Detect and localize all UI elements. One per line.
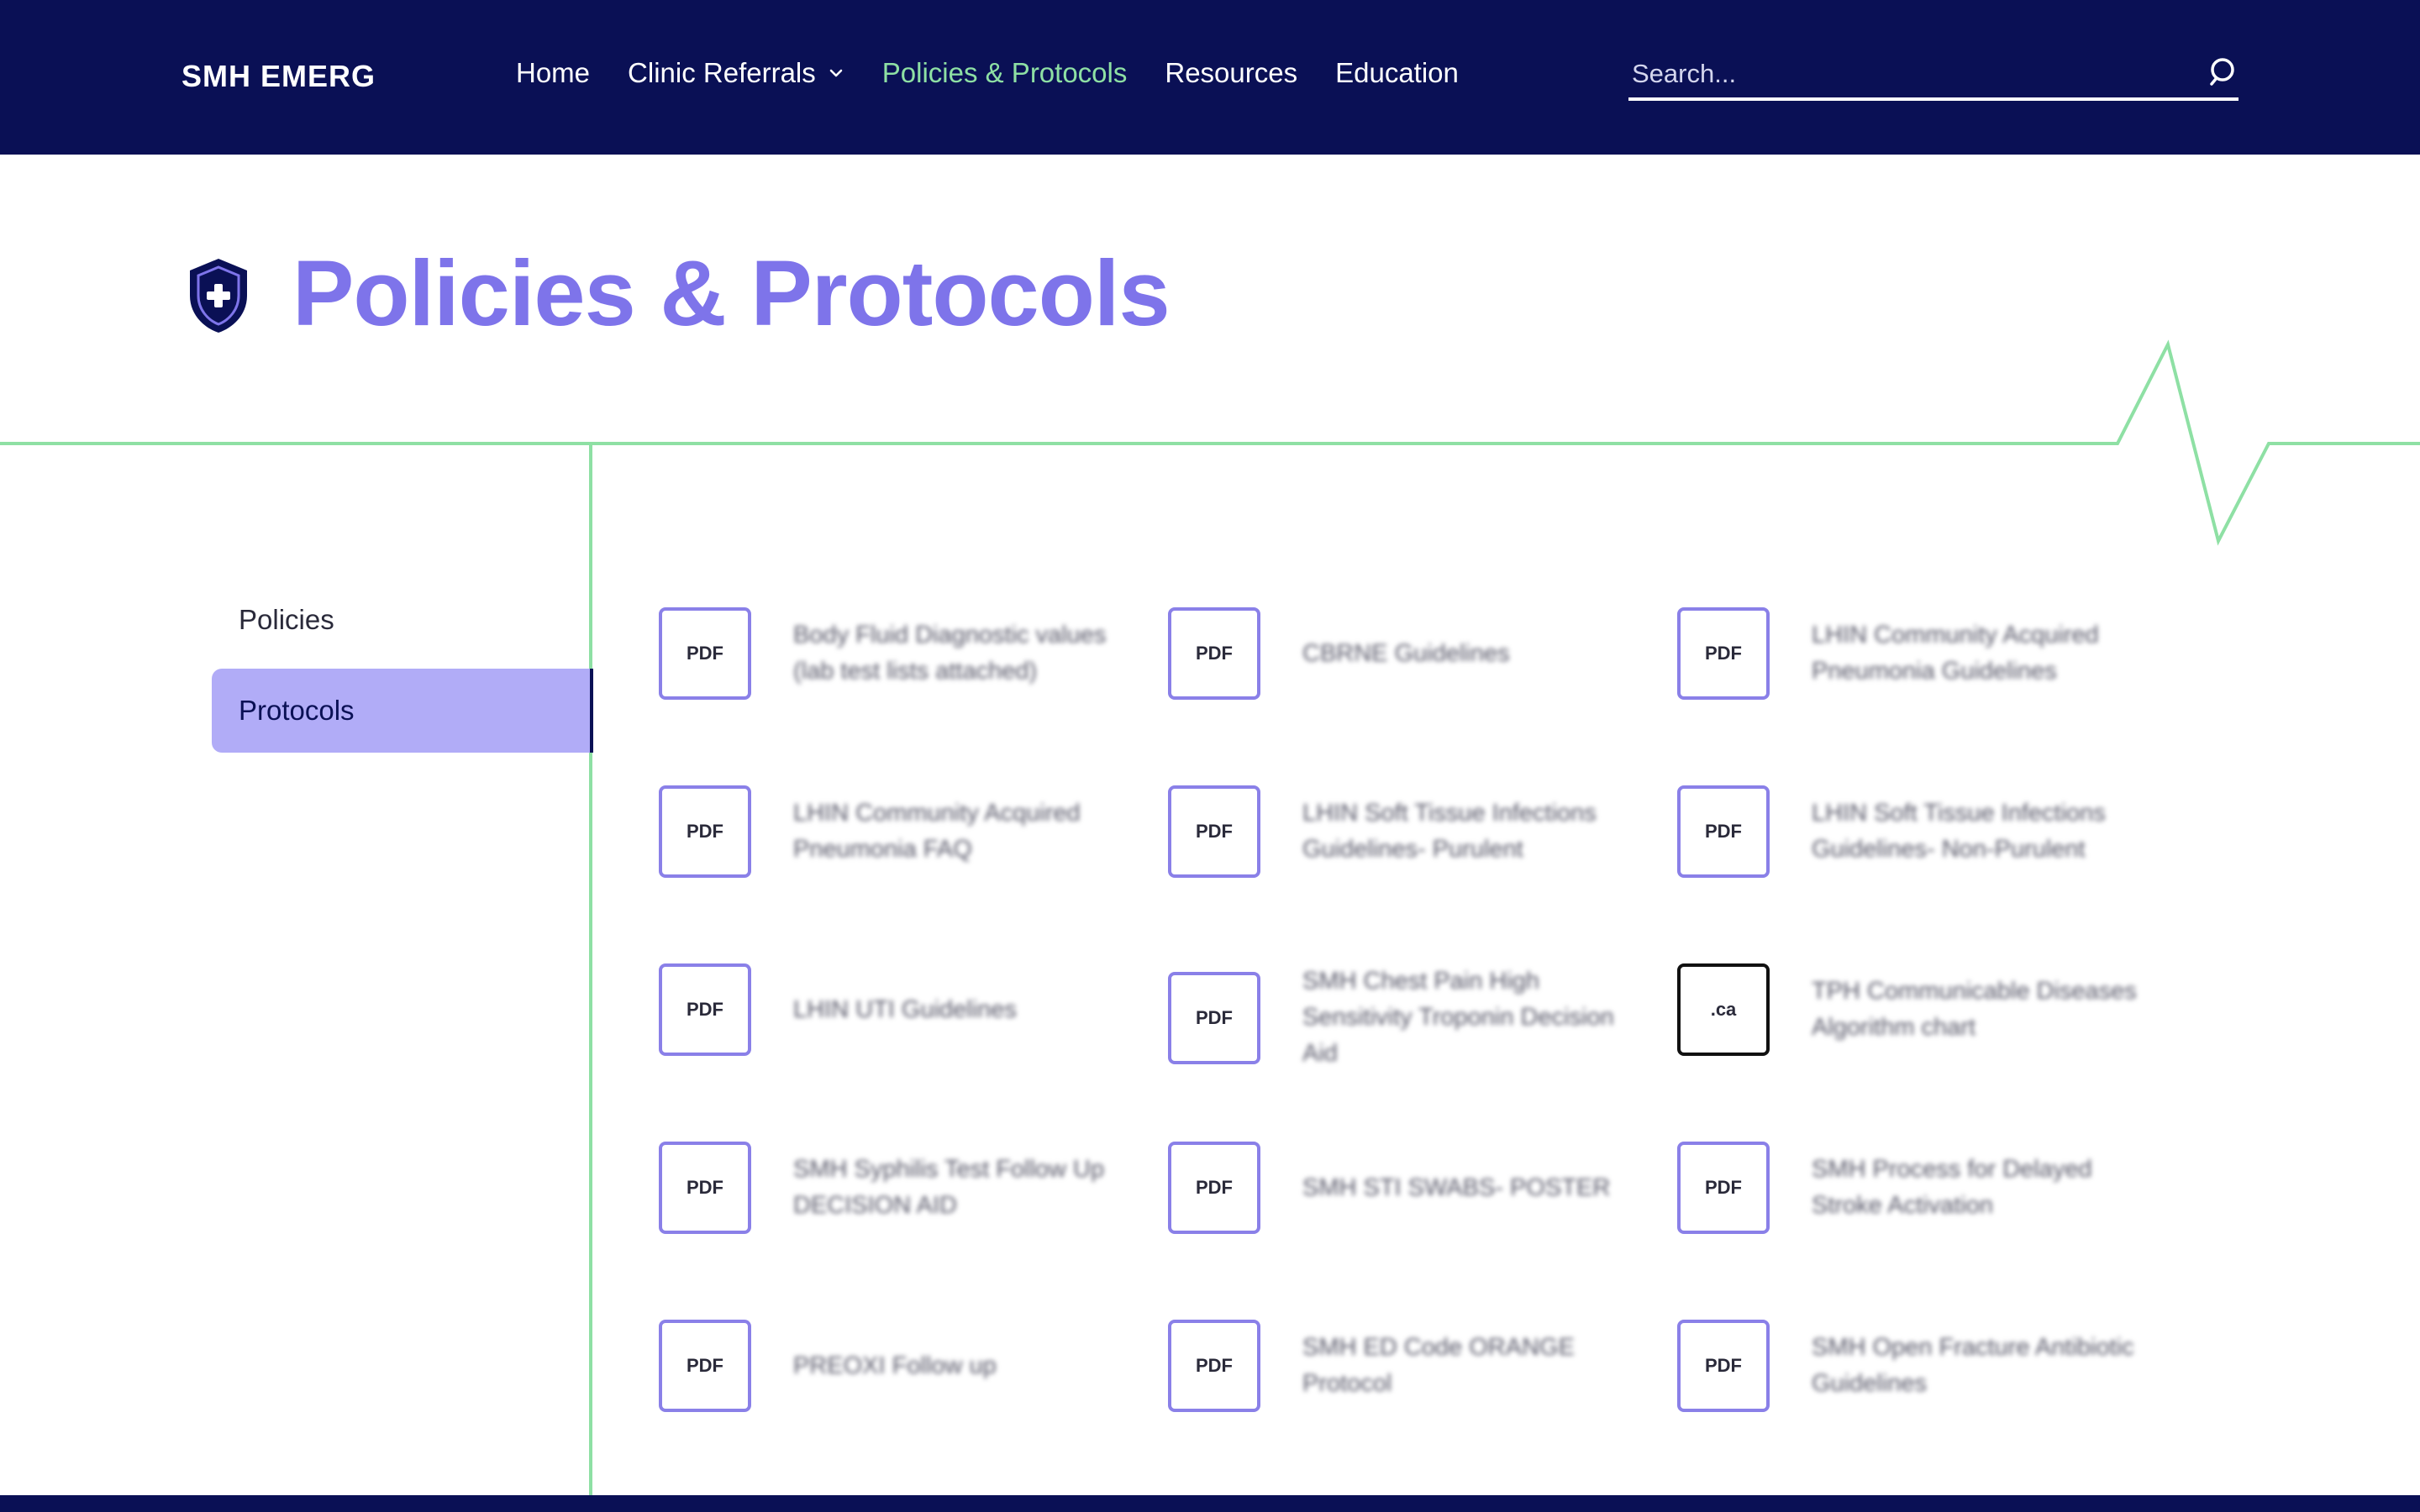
search-box <box>1628 50 2238 101</box>
document-item[interactable]: PDF LHIN Community Acquired Pneumonia FA… <box>659 785 1129 878</box>
document-title: LHIN Soft Tissue Infections Guidelines- … <box>1302 800 1597 863</box>
nav-education-label: Education <box>1335 57 1459 88</box>
document-item[interactable]: .ca TPH Communicable Diseases Algorithm … <box>1677 963 2148 1056</box>
pdf-file-icon: PDF <box>1677 785 1770 878</box>
pdf-file-icon: PDF <box>1168 971 1260 1064</box>
document-title: SMH STI SWABS- POSTER <box>1302 1173 1611 1201</box>
document-item[interactable]: PDF SMH Chest Pain High Sensitivity Trop… <box>1168 963 1639 1072</box>
document-title: LHIN UTI Guidelines <box>793 995 1017 1023</box>
document-title: SMH Open Fracture Antibiotic Guidelines <box>1812 1334 2134 1397</box>
chevron-down-icon <box>829 69 843 77</box>
nav-home-label: Home <box>516 57 591 88</box>
document-item[interactable]: PDF LHIN Soft Tissue Infections Guidelin… <box>1168 785 1639 878</box>
document-item[interactable]: PDF SMH Open Fracture Antibiotic Guideli… <box>1677 1320 2148 1412</box>
document-title: Body Fluid Diagnostic values (lab test l… <box>793 622 1107 685</box>
nav-clinic-referrals-label: Clinic Referrals <box>628 57 816 88</box>
footer-bar <box>0 1495 2420 1512</box>
site-brand[interactable]: SMH EMERG <box>182 59 376 94</box>
nav-clinic-referrals[interactable]: Clinic Referrals <box>628 57 844 89</box>
pdf-file-icon: PDF <box>1677 1320 1770 1412</box>
document-item[interactable]: PDF Body Fluid Diagnostic values (lab te… <box>659 607 1129 700</box>
document-item[interactable]: PDF LHIN UTI Guidelines <box>659 963 1129 1056</box>
document-item[interactable]: PDF PREOXI Follow up <box>659 1320 1129 1412</box>
nav-policies-protocols[interactable]: Policies & Protocols <box>882 57 1128 89</box>
document-item[interactable]: PDF SMH STI SWABS- POSTER <box>1168 1142 1639 1234</box>
pdf-file-icon: PDF <box>1677 1142 1770 1234</box>
top-navigation-bar: SMH EMERG Home Clinic Referrals Policies… <box>0 0 2420 155</box>
document-title: SMH ED Code ORANGE Protocol <box>1302 1334 1575 1397</box>
pdf-file-icon: PDF <box>659 607 751 700</box>
document-title: LHIN Community Acquired Pneumonia FAQ <box>793 800 1081 863</box>
pdf-file-icon: PDF <box>1168 1142 1260 1234</box>
pdf-file-icon: PDF <box>1168 607 1260 700</box>
pdf-file-icon: PDF <box>1677 607 1770 700</box>
document-item[interactable]: PDF LHIN Soft Tissue Infections Guidelin… <box>1677 785 2148 878</box>
document-title: CBRNE Guidelines <box>1302 639 1510 667</box>
document-item[interactable]: PDF CBRNE Guidelines <box>1168 607 1639 700</box>
document-item[interactable]: PDF LHIN Community Acquired Pneumonia Gu… <box>1677 607 2148 700</box>
document-title: SMH Syphilis Test Follow Up DECISION AID <box>793 1156 1105 1219</box>
main-nav: Home Clinic Referrals Policies & Protoco… <box>516 57 1497 89</box>
document-title: SMH Chest Pain High Sensitivity Troponin… <box>1302 968 1614 1067</box>
pdf-file-icon: PDF <box>1168 1320 1260 1412</box>
sidebar-item-label: Protocols <box>239 695 355 726</box>
document-item[interactable]: PDF SMH Process for Delayed Stroke Activ… <box>1677 1142 2148 1234</box>
heartbeat-line <box>0 339 2420 546</box>
document-title: SMH Process for Delayed Stroke Activatio… <box>1812 1156 2092 1219</box>
search-icon[interactable] <box>2208 55 2238 89</box>
sidebar-item-label: Policies <box>239 604 334 635</box>
nav-resources-label: Resources <box>1165 57 1298 88</box>
pdf-file-icon: PDF <box>1168 785 1260 878</box>
page-title: Policies & Protocols <box>292 242 1171 345</box>
pdf-file-icon: PDF <box>659 963 751 1056</box>
pdf-file-icon: PDF <box>659 1142 751 1234</box>
search-input[interactable] <box>1632 55 2170 92</box>
web-link-icon: .ca <box>1677 963 1770 1056</box>
pdf-file-icon: PDF <box>659 785 751 878</box>
document-title: PREOXI Follow up <box>793 1352 997 1379</box>
document-item[interactable]: PDF SMH Syphilis Test Follow Up DECISION… <box>659 1142 1129 1234</box>
document-item[interactable]: PDF SMH ED Code ORANGE Protocol <box>1168 1320 1639 1412</box>
nav-resources[interactable]: Resources <box>1165 57 1297 89</box>
pdf-file-icon: PDF <box>659 1320 751 1412</box>
sidebar-item-protocols[interactable]: Protocols <box>212 669 593 753</box>
document-title: LHIN Community Acquired Pneumonia Guidel… <box>1812 622 2099 685</box>
sidebar-item-policies[interactable]: Policies <box>212 578 593 662</box>
nav-policies-protocols-label: Policies & Protocols <box>881 57 1128 88</box>
nav-education[interactable]: Education <box>1335 57 1459 89</box>
shield-plus-icon <box>190 259 247 333</box>
nav-home[interactable]: Home <box>516 57 590 89</box>
document-title: LHIN Soft Tissue Infections Guidelines- … <box>1812 800 2106 863</box>
document-title: TPH Communicable Diseases Algorithm char… <box>1812 978 2137 1041</box>
